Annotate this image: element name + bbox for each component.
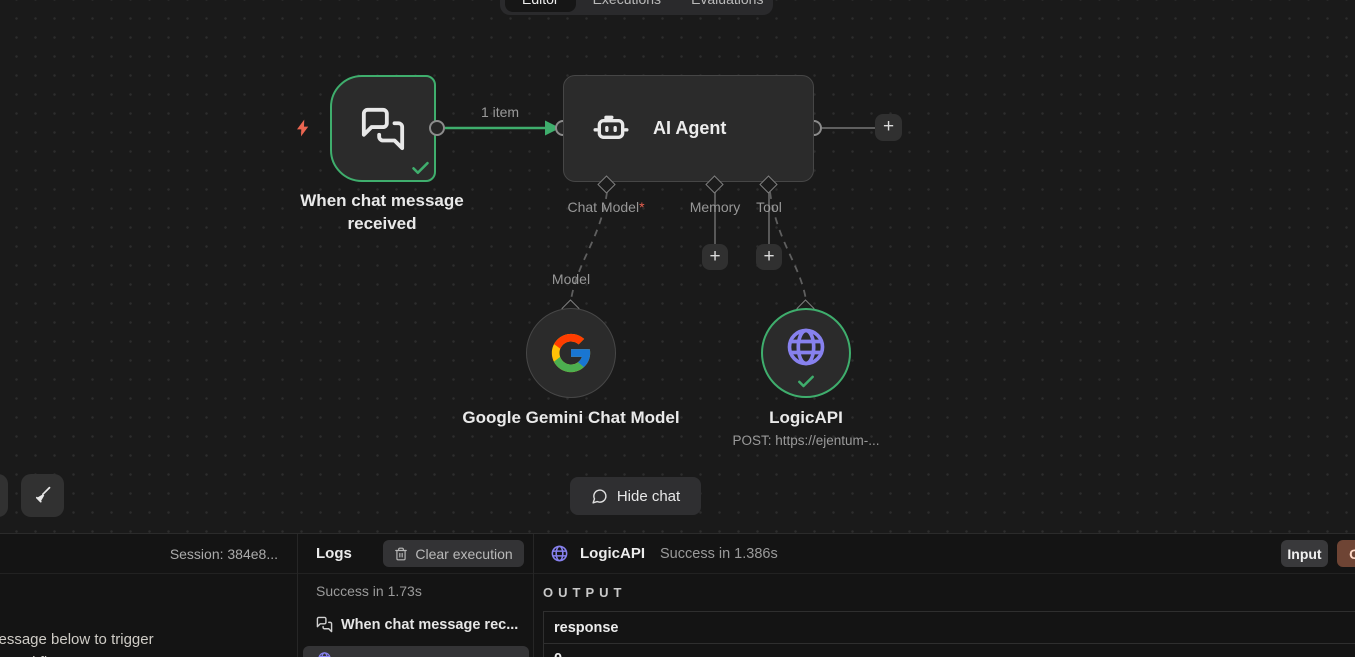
tidy-up-button[interactable]: [21, 474, 64, 517]
logicapi-node-label: LogicAPI: [726, 406, 886, 429]
tab-editor[interactable]: Editor: [505, 0, 576, 12]
globe-icon: [550, 544, 569, 563]
log-row-selected[interactable]: [303, 646, 529, 657]
detail-node-name[interactable]: LogicAPI: [580, 545, 645, 562]
agent-node-title: AI Agent: [653, 118, 726, 139]
workflow-canvas[interactable]: Editor Executions Evaluations: [0, 0, 1355, 533]
node-ai-agent[interactable]: AI Agent: [563, 75, 814, 182]
clear-execution-label: Clear execution: [415, 546, 512, 562]
broom-icon: [32, 485, 53, 506]
detail-header: LogicAPI Success in 1.386s: [550, 544, 778, 563]
success-check-icon: [410, 157, 431, 178]
log-row-trigger-label: When chat message rec...: [341, 617, 518, 633]
trash-icon: [394, 547, 408, 561]
node-google-gemini-chat-model[interactable]: [526, 308, 616, 398]
detail-node-status: Success in 1.386s: [660, 546, 778, 562]
model-link-label: Model: [531, 271, 611, 287]
tab-executions[interactable]: Executions: [580, 0, 674, 12]
gemini-node-label: Google Gemini Chat Model: [451, 406, 691, 429]
trigger-bolt-icon[interactable]: [293, 118, 313, 138]
output-table[interactable]: response 0: [543, 611, 1355, 657]
chat-hint-text: message below to trigger workflow: [0, 628, 154, 657]
tool-port-label: Tool: [739, 199, 799, 215]
chat-trigger-icon: [360, 106, 406, 152]
panel-header-divider: [0, 573, 1355, 574]
node-when-chat-message-received[interactable]: [330, 75, 436, 182]
globe-icon: [784, 325, 828, 369]
bottom-panel: Session: 384e8... message below to trigg…: [0, 533, 1355, 657]
node-logicapi[interactable]: [761, 308, 851, 398]
logs-title: Logs: [316, 545, 352, 562]
n8n-workflow-editor: Editor Executions Evaluations: [0, 0, 1355, 657]
output-toggle-button[interactable]: Output: [1337, 540, 1355, 567]
success-check-icon: [796, 371, 816, 391]
add-tool-button[interactable]: +: [756, 244, 782, 270]
robot-icon: [591, 109, 631, 149]
add-next-node-button[interactable]: +: [875, 114, 902, 141]
clear-execution-button[interactable]: Clear execution: [383, 540, 524, 567]
trigger-node-label: When chat message received: [282, 189, 482, 235]
chat-trigger-icon: [316, 616, 333, 633]
google-logo-icon: [548, 330, 594, 376]
trigger-output-connector[interactable]: [429, 120, 445, 136]
output-row-index: 0: [544, 644, 1355, 657]
chat-model-port-label: Chat Model*: [546, 199, 666, 215]
output-section-header: OUTPUT: [543, 585, 626, 600]
execution-summary: Success in 1.73s: [316, 583, 422, 599]
input-toggle-button[interactable]: Input: [1281, 540, 1328, 567]
tab-evaluations[interactable]: Evaluations: [678, 0, 776, 12]
output-column-header: response: [544, 612, 1355, 644]
required-asterisk: *: [639, 199, 644, 215]
view-tabbar: Editor Executions Evaluations: [500, 0, 773, 15]
canvas-tool-button[interactable]: [0, 474, 8, 517]
chat-logs-divider[interactable]: [297, 534, 298, 657]
globe-icon: [317, 651, 332, 657]
hide-chat-button[interactable]: Hide chat: [570, 477, 701, 515]
log-row-trigger[interactable]: When chat message rec...: [316, 616, 518, 633]
hide-chat-label: Hide chat: [617, 488, 680, 505]
logs-detail-divider[interactable]: [533, 534, 534, 657]
chat-session-label: Session: 384e8...: [60, 546, 278, 562]
add-memory-button[interactable]: +: [702, 244, 728, 270]
chat-bubble-icon: [591, 488, 608, 505]
logicapi-node-subtitle: POST: https://ejentum-...: [706, 433, 906, 448]
connection-items-label: 1 item: [445, 104, 555, 120]
